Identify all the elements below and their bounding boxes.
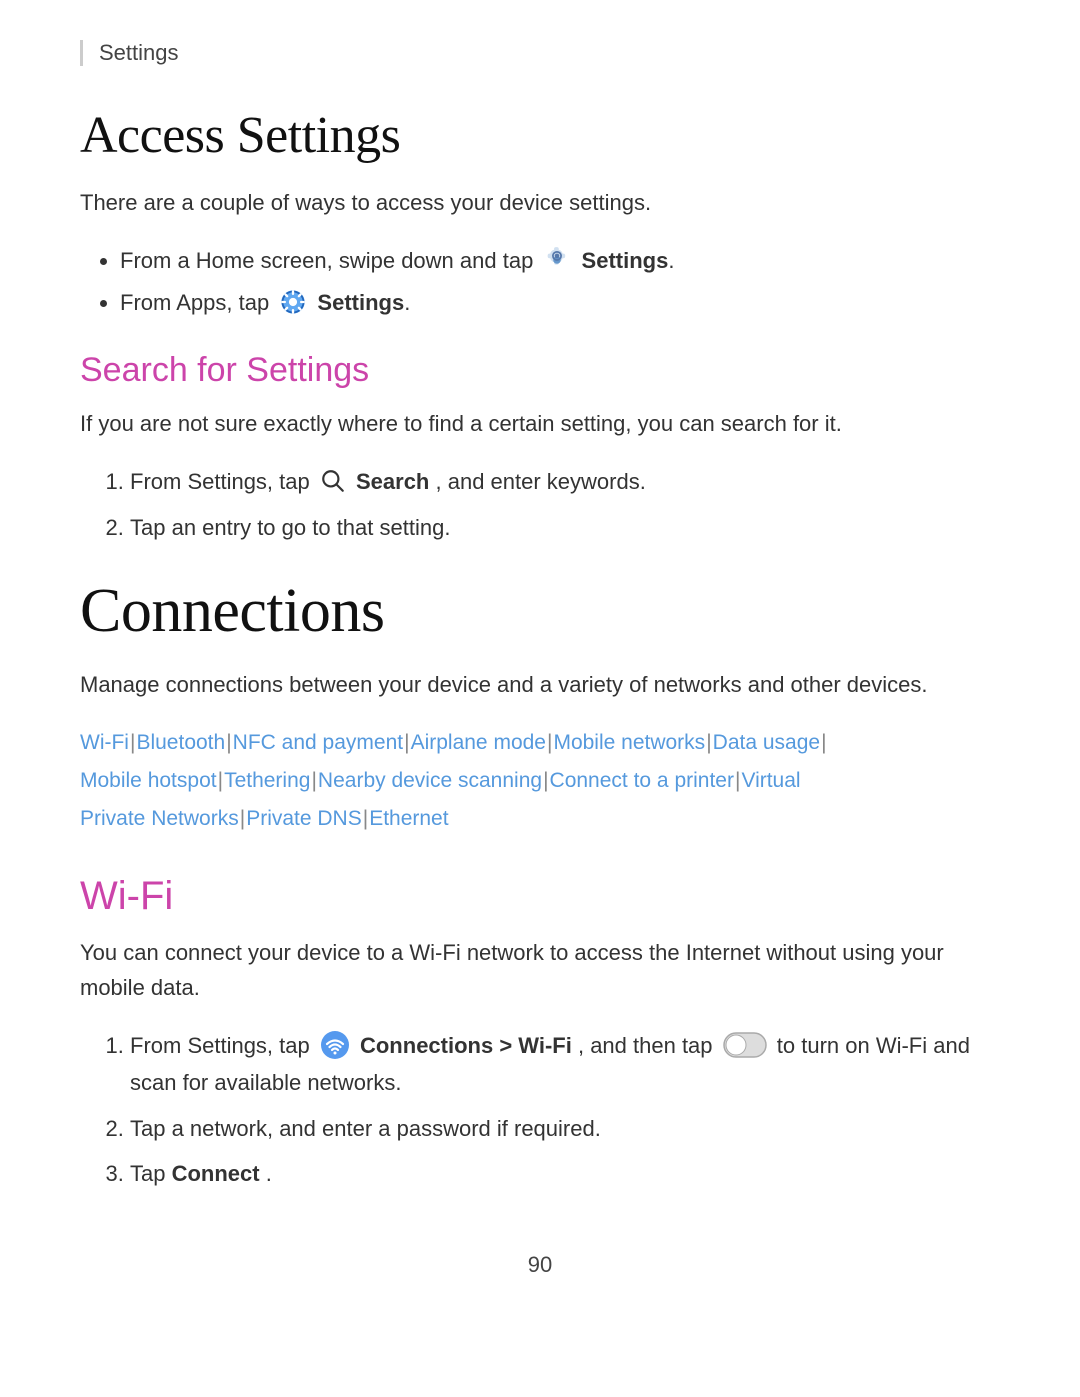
wifi-title: Wi-Fi bbox=[80, 874, 1000, 919]
bullet-2-bold: Settings bbox=[317, 290, 404, 315]
access-settings-title: Access Settings bbox=[80, 106, 1000, 165]
search-settings-description: If you are not sure exactly where to fin… bbox=[80, 406, 1000, 441]
search-step-1-prefix: From Settings, tap bbox=[130, 469, 316, 494]
link-nfc[interactable]: NFC and payment bbox=[233, 731, 403, 754]
bullet-2-prefix: From Apps, tap bbox=[120, 290, 275, 315]
wifi-connections-icon bbox=[320, 1030, 350, 1060]
access-settings-bullets: From a Home screen, swipe down and tap S… bbox=[120, 242, 1000, 321]
gear-icon-2 bbox=[279, 288, 307, 316]
breadcrumb: Settings bbox=[80, 40, 1000, 66]
wifi-steps-list: From Settings, tap Connections > Wi-Fi ,… bbox=[130, 1027, 1000, 1193]
breadcrumb-label: Settings bbox=[99, 40, 179, 65]
link-nearby-scanning[interactable]: Nearby device scanning bbox=[318, 769, 542, 792]
connections-title: Connections bbox=[80, 576, 1000, 647]
connections-description: Manage connections between your device a… bbox=[80, 667, 1000, 702]
wifi-step-2: Tap a network, and enter a password if r… bbox=[130, 1110, 1000, 1147]
link-mobile-hotspot[interactable]: Mobile hotspot bbox=[80, 769, 217, 792]
bullet-item-2: From Apps, tap Settings. bbox=[120, 284, 1000, 321]
link-bluetooth[interactable]: Bluetooth bbox=[136, 731, 225, 754]
bullet-1-prefix: From a Home screen, swipe down and tap bbox=[120, 248, 539, 273]
wifi-description: You can connect your device to a Wi-Fi n… bbox=[80, 935, 1000, 1005]
page-number-value: 90 bbox=[528, 1252, 552, 1277]
wifi-step-3-prefix: Tap bbox=[130, 1161, 172, 1186]
page-number: 90 bbox=[80, 1252, 1000, 1278]
search-step-1: From Settings, tap Search , and enter ke… bbox=[130, 463, 1000, 500]
search-icon bbox=[320, 468, 346, 494]
link-tethering[interactable]: Tethering bbox=[224, 769, 310, 792]
wifi-step-3: Tap Connect . bbox=[130, 1155, 1000, 1192]
wifi-step-3-suffix: . bbox=[266, 1161, 272, 1186]
search-steps-list: From Settings, tap Search , and enter ke… bbox=[130, 463, 1000, 546]
link-connect-printer[interactable]: Connect to a printer bbox=[550, 769, 734, 792]
wifi-step-1-bold: Connections > Wi-Fi bbox=[360, 1033, 572, 1058]
search-step-2-text: Tap an entry to go to that setting. bbox=[130, 515, 450, 540]
bullet-item-1: From a Home screen, swipe down and tap S… bbox=[120, 242, 1000, 279]
wifi-step-1-middle: , and then tap bbox=[578, 1033, 719, 1058]
gear-icon-1 bbox=[543, 246, 571, 274]
wifi-step-2-text: Tap a network, and enter a password if r… bbox=[130, 1116, 601, 1141]
search-step-1-suffix: , and enter keywords. bbox=[436, 469, 646, 494]
link-private-dns[interactable]: Private DNS bbox=[246, 807, 362, 830]
access-settings-description: There are a couple of ways to access you… bbox=[80, 185, 1000, 220]
page-container: Settings Access Settings There are a cou… bbox=[0, 0, 1080, 1358]
search-step-2: Tap an entry to go to that setting. bbox=[130, 509, 1000, 546]
link-airplane[interactable]: Airplane mode bbox=[411, 731, 546, 754]
bullet-1-bold: Settings bbox=[582, 248, 669, 273]
search-step-1-bold: Search bbox=[356, 469, 429, 494]
wifi-step-1: From Settings, tap Connections > Wi-Fi ,… bbox=[130, 1027, 1000, 1102]
wifi-step-3-bold: Connect bbox=[172, 1161, 260, 1186]
link-ethernet[interactable]: Ethernet bbox=[369, 807, 448, 830]
toggle-icon bbox=[723, 1032, 767, 1058]
link-mobile-networks[interactable]: Mobile networks bbox=[553, 731, 705, 754]
link-wifi[interactable]: Wi-Fi bbox=[80, 731, 129, 754]
link-data-usage[interactable]: Data usage bbox=[713, 731, 820, 754]
connections-links: Wi-Fi|Bluetooth|NFC and payment|Airplane… bbox=[80, 724, 1000, 837]
search-settings-title: Search for Settings bbox=[80, 351, 1000, 390]
wifi-step-1-prefix: From Settings, tap bbox=[130, 1033, 316, 1058]
